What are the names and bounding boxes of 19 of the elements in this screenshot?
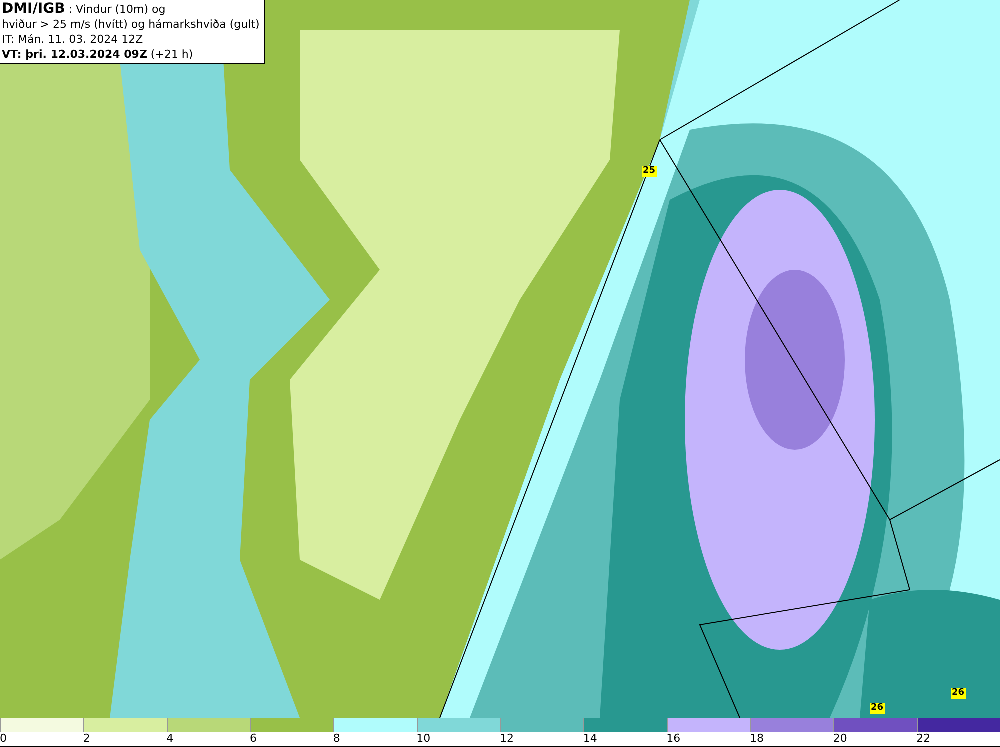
legend-label: 4 [166, 732, 174, 746]
legend-label: 22 [916, 732, 931, 746]
legend-label: 0 [0, 732, 7, 746]
legend-label: 12 [500, 732, 514, 746]
value-label: 26 [951, 688, 966, 699]
title-line: DMI/IGB : Vindur (10m) og [2, 2, 167, 17]
title-line: VT: þri. 12.03.2024 09Z (+21 h) [2, 47, 194, 62]
value-label: 25 [642, 166, 657, 177]
legend-label: 2 [83, 732, 90, 746]
title-line: hviður > 25 m/s (hvítt) og hámarkshviða (gult) [2, 17, 260, 32]
legend-label: 6 [250, 732, 257, 746]
value-label: 26 [870, 703, 885, 714]
legend-label: 14 [583, 732, 598, 746]
legend-label: 20 [833, 732, 848, 746]
legend-label: 16 [666, 732, 681, 746]
legend-label: 8 [333, 732, 340, 746]
legend-label: 10 [416, 732, 431, 746]
title-line: IT: Mán. 11. 03. 2024 12Z [2, 32, 144, 47]
legend-label: 18 [750, 732, 764, 746]
